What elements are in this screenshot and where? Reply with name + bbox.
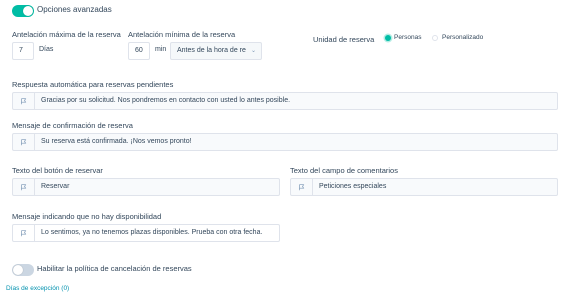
confirmation-input[interactable]: Su reserva está confirmada. ¡Nos vemos p…: [12, 133, 558, 151]
auto-reply-input[interactable]: Gracias por su solicitud. Nos pondremos …: [12, 92, 558, 110]
flag-icon: [13, 179, 35, 195]
cancellation-policy-label: Habilitar la política de cancelación de …: [37, 264, 192, 273]
radio-personalizado[interactable]: [432, 35, 438, 41]
no-availability-input[interactable]: Lo sentimos, ya no tenemos plazas dispon…: [12, 224, 280, 242]
chevron-down-icon: ⌄: [250, 48, 256, 54]
no-availability-label: Mensaje indicando que no hay disponibili…: [12, 212, 162, 221]
flag-icon: [13, 225, 35, 241]
max-advance-input[interactable]: 7: [12, 42, 34, 60]
comments-field-label: Texto del campo de comentarios: [290, 166, 398, 175]
max-advance-label: Antelación máxima de la reserva: [12, 30, 121, 39]
radio-personalizado-label: Personalizado: [442, 34, 484, 41]
flag-icon: [13, 134, 35, 150]
min-advance-unit: min: [155, 46, 167, 53]
radio-personas[interactable]: [385, 35, 391, 41]
radio-personas-label: Personas: [394, 34, 422, 41]
flag-icon: [13, 93, 35, 109]
auto-reply-text: Gracias por su solicitud. Nos pondremos …: [41, 97, 291, 104]
auto-reply-label: Respuesta automática para reservas pendi…: [12, 80, 174, 89]
booking-unit-label: Unidad de reserva: [313, 35, 375, 44]
confirmation-label: Mensaje de confirmación de reserva: [12, 121, 133, 130]
comments-field-text: Peticiones especiales: [319, 183, 387, 190]
book-button-text: Reservar: [41, 183, 70, 190]
advanced-options-label: Opciones avanzadas: [37, 5, 112, 14]
min-advance-reference-select[interactable]: Antes de la hora de re ⌄: [170, 42, 262, 60]
advanced-options-toggle[interactable]: [12, 5, 34, 17]
flag-icon: [291, 179, 313, 195]
cancellation-policy-toggle[interactable]: [12, 264, 34, 276]
book-button-input[interactable]: Reservar: [12, 178, 280, 196]
min-advance-label: Antelación mínima de la reserva: [128, 30, 236, 39]
select-value: Antes de la hora de re: [177, 47, 246, 54]
min-advance-input[interactable]: 60: [128, 42, 150, 60]
max-advance-unit: Días: [39, 46, 54, 53]
toggle-knob: [23, 6, 33, 16]
exception-days-link[interactable]: Días de excepción (0): [6, 285, 69, 292]
book-button-label: Texto del botón de reservar: [12, 166, 103, 175]
comments-field-input[interactable]: Peticiones especiales: [290, 178, 558, 196]
no-availability-text: Lo sentimos, ya no tenemos plazas dispon…: [41, 229, 263, 236]
confirmation-text: Su reserva está confirmada. ¡Nos vemos p…: [41, 138, 192, 145]
toggle-knob: [13, 265, 23, 275]
